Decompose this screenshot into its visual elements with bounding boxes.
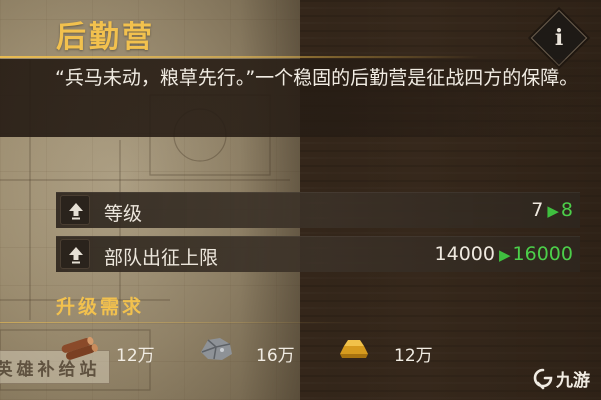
wood-amount: 12万 (116, 346, 155, 366)
info-icon[interactable]: i (539, 18, 579, 58)
stat-label: 部队出征上限 (104, 247, 219, 269)
stat-label: 等级 (104, 203, 143, 225)
gold-ingot-amount: 12万 (394, 346, 433, 366)
current-value: 14000 (434, 243, 495, 265)
requirements-title: 升级需求 (56, 296, 145, 318)
iron-ore-icon (201, 338, 232, 360)
watermark-logo: 九游 (532, 366, 590, 391)
gold-ingot-icon (340, 340, 368, 358)
current-value: 7 (531, 199, 544, 221)
next-value: 8 (560, 199, 573, 221)
requirements-divider (0, 322, 360, 323)
stat-value: 14000 ▶ 16000 (435, 243, 573, 265)
next-value: 16000 (512, 243, 573, 265)
increase-arrow-icon: ▶ (547, 202, 559, 220)
wood-icon (61, 336, 98, 360)
stat-value: 7 ▶ 8 (531, 199, 573, 221)
panel-title: 后勤营 (56, 20, 155, 55)
iron-ore-amount: 16万 (256, 346, 295, 366)
nine-game-logo-icon (533, 368, 553, 389)
increase-arrow-icon: ▶ (499, 246, 511, 264)
title-divider (0, 56, 480, 58)
upgrade-arrow-icon (60, 195, 90, 225)
upgrade-arrow-icon (60, 239, 90, 269)
watermark-text: 九游 (556, 371, 590, 391)
building-description: “兵马未动，粮草先行。”一个稳固的后勤营是征战四方的保障。 (55, 67, 579, 89)
